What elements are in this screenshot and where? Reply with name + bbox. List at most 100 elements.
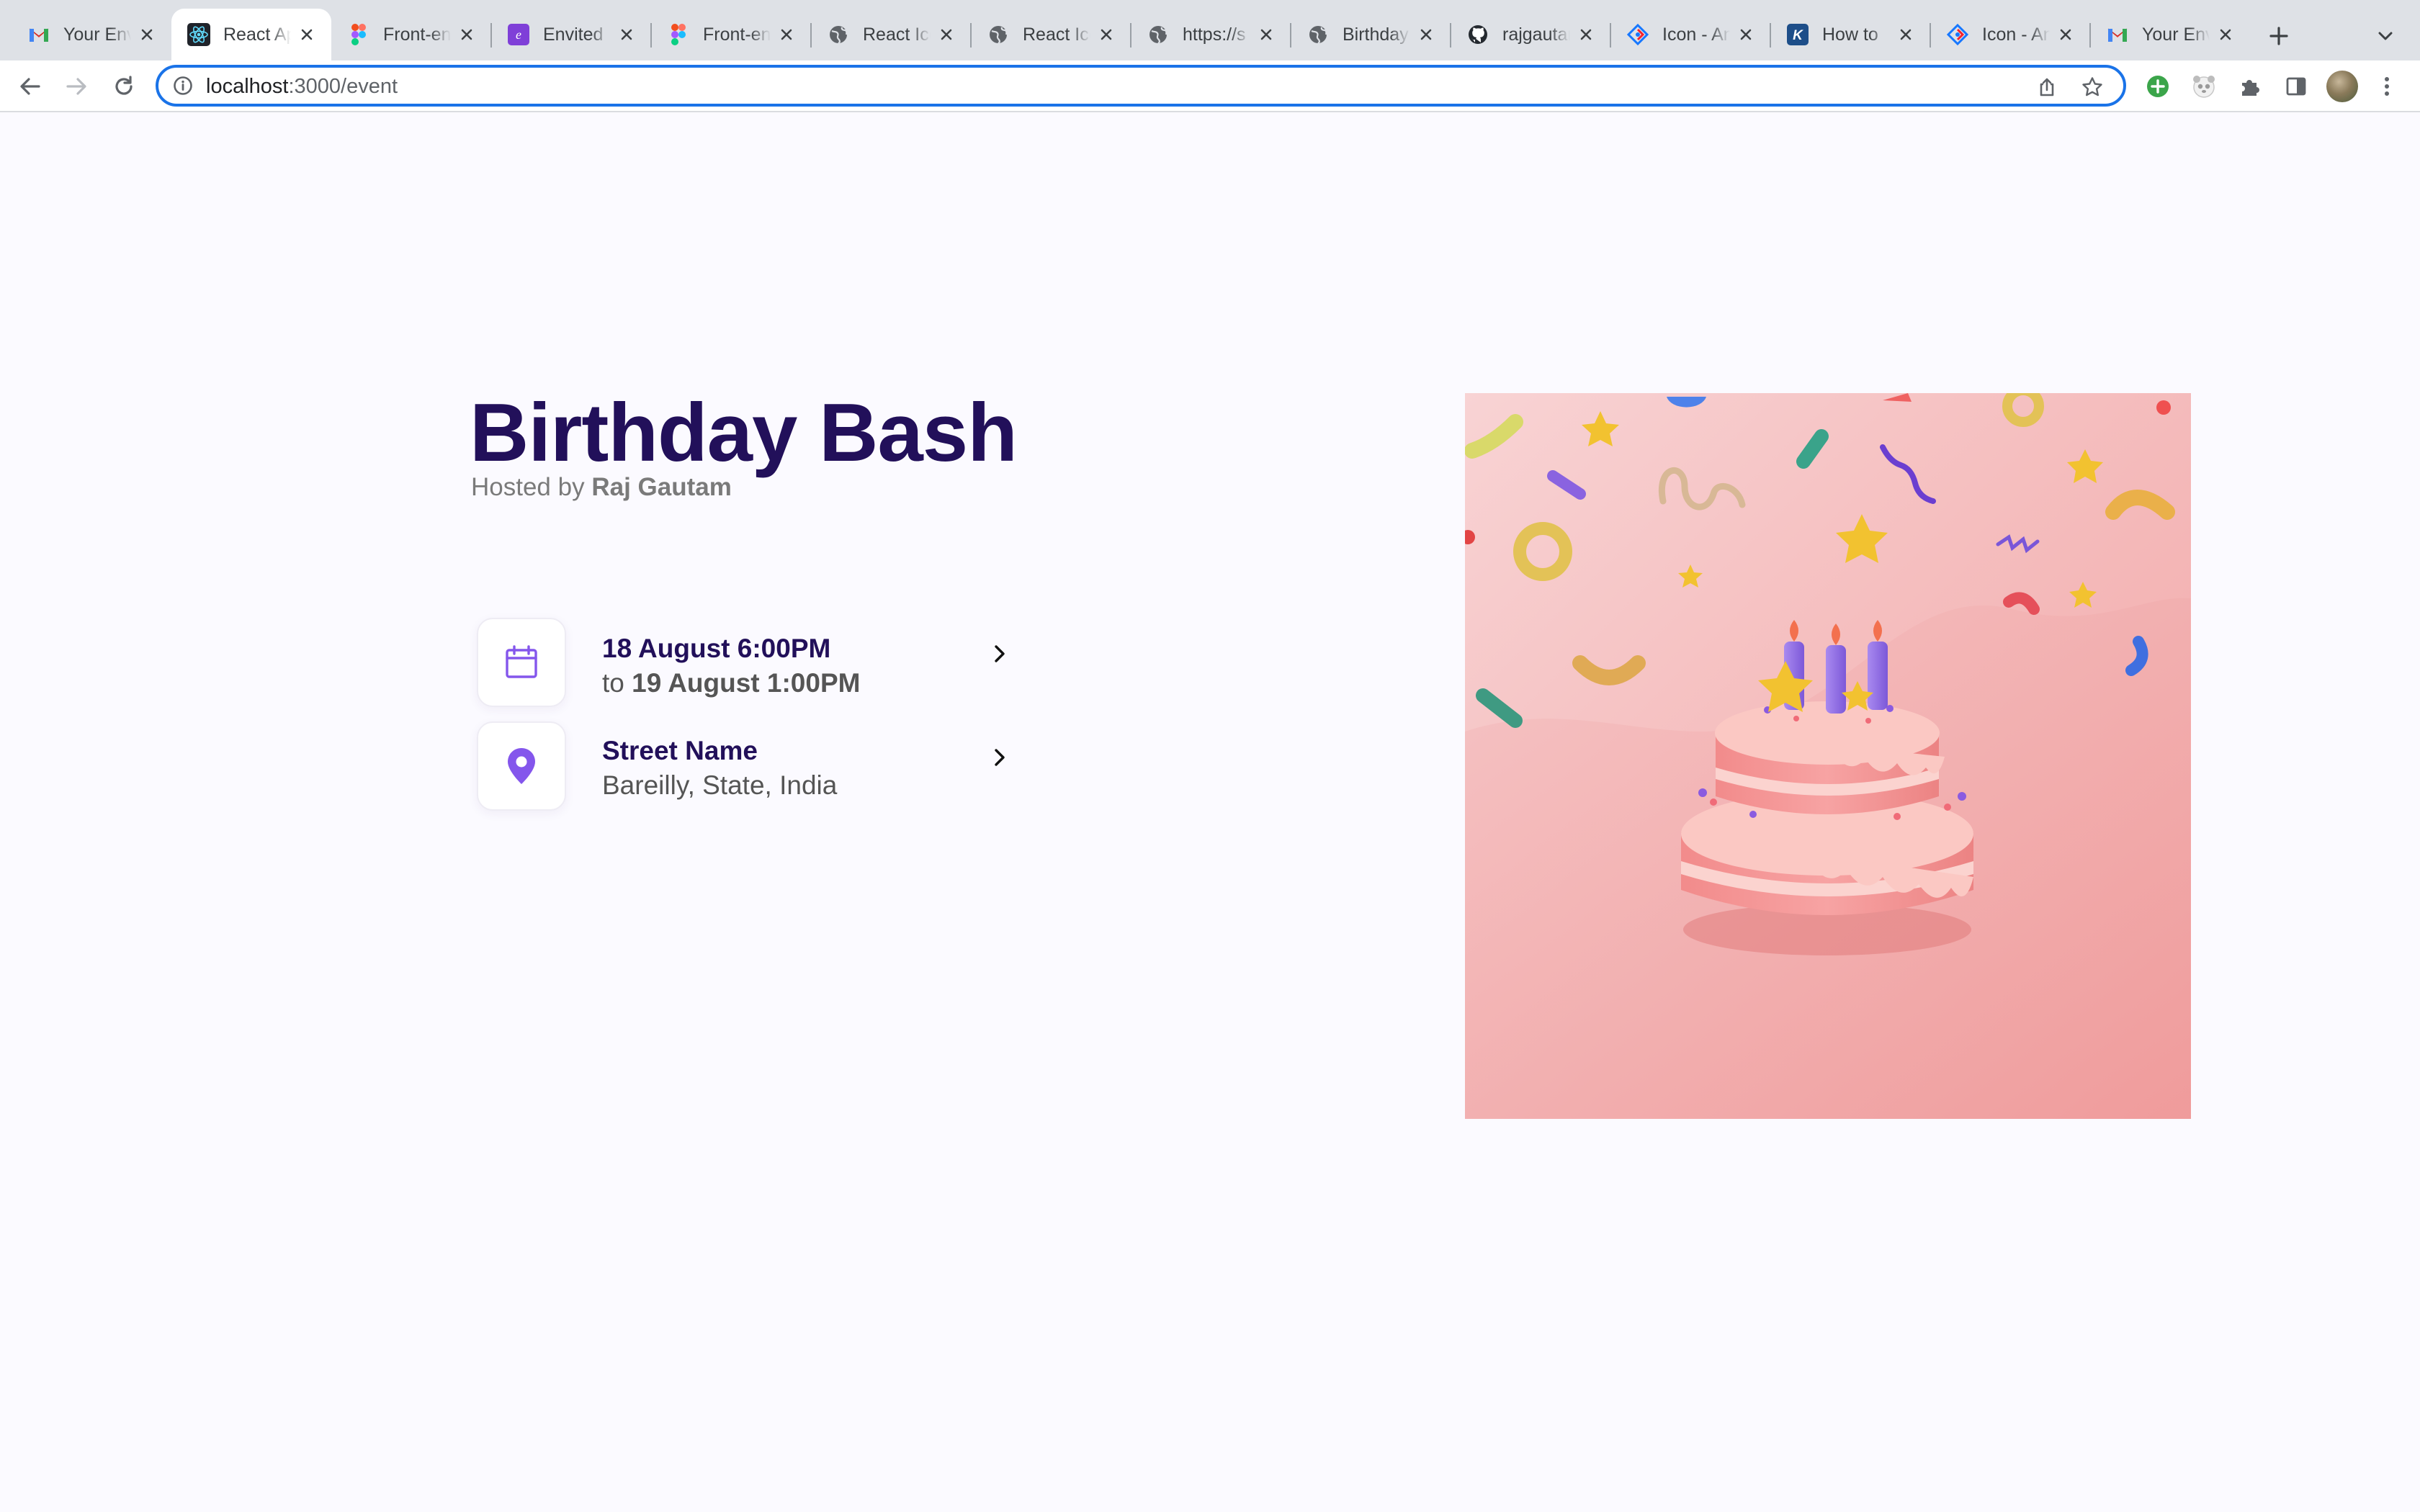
close-icon[interactable] — [935, 23, 958, 46]
tab-separator — [970, 23, 972, 48]
map-pin-icon — [508, 748, 535, 784]
tab-separator — [1130, 23, 1131, 48]
date-chevron[interactable] — [985, 639, 1014, 668]
tab-search-button[interactable] — [2370, 20, 2401, 52]
event-date-row[interactable]: 18 August 6:00PM to 19 August 1:00PM — [472, 618, 1005, 711]
tab-separator — [810, 23, 812, 48]
react-icon — [187, 23, 210, 46]
browser-tab[interactable]: https://s — [1131, 9, 1291, 60]
bookmark-button[interactable] — [2078, 73, 2107, 102]
close-icon[interactable] — [1894, 23, 1917, 46]
side-panel-icon — [2286, 77, 2306, 96]
close-icon[interactable] — [1095, 23, 1118, 46]
browser-tab[interactable]: Your Envited Tasks — [12, 9, 171, 60]
chevron-right-icon — [995, 645, 1005, 662]
browser-tab[interactable]: Front-end Task — [331, 9, 491, 60]
browser-tab[interactable]: React Icons — [811, 9, 971, 60]
profile-avatar[interactable] — [2326, 71, 2358, 102]
browser-tab[interactable]: React Icons — [971, 9, 1131, 60]
tab-separator — [490, 23, 492, 48]
event-end: to 19 August 1:00PM — [602, 668, 860, 698]
forward-button[interactable] — [60, 71, 92, 102]
globe-icon — [1147, 23, 1170, 46]
birthday-cake-image — [1465, 393, 2191, 1119]
location-chevron[interactable] — [985, 743, 1014, 772]
reload-button[interactable] — [108, 71, 140, 102]
browser-tab[interactable]: Icon - Ant Design — [1610, 9, 1770, 60]
close-icon[interactable] — [1574, 23, 1597, 46]
close-icon[interactable] — [1415, 23, 1438, 46]
event-end-value: 19 August 1:00PM — [632, 668, 861, 698]
ant-design-icon — [1626, 23, 1649, 46]
event-location-row[interactable]: Street Name Bareilly, State, India — [472, 721, 1005, 815]
extension-button-panda[interactable] — [2188, 71, 2220, 102]
tab-title: How to — [1822, 24, 1878, 45]
close-icon[interactable] — [1255, 23, 1278, 46]
event-title: Birthday Bash — [470, 387, 1018, 479]
browser-tab[interactable]: e Envited — [491, 9, 651, 60]
tab-separator — [1770, 23, 1771, 48]
chevron-right-icon — [995, 749, 1005, 766]
browser-tab[interactable]: Your Envited — [2090, 9, 2250, 60]
tab-title: Front-end Task — [703, 24, 771, 45]
add-circle-icon — [2147, 76, 2169, 97]
close-icon[interactable] — [295, 23, 318, 46]
browser-tab[interactable]: Birthday — [1291, 9, 1451, 60]
browser-tab[interactable]: rajgautam — [1451, 9, 1610, 60]
new-tab-button[interactable] — [2262, 19, 2296, 53]
more-vertical-icon — [2385, 77, 2389, 96]
info-icon[interactable] — [173, 76, 193, 96]
share-button[interactable] — [2033, 73, 2061, 102]
tab-separator — [1450, 23, 1451, 48]
arrow-left-icon — [20, 78, 40, 95]
browser-tab[interactable]: Icon - Ant Design — [1930, 9, 2090, 60]
tab-title: React Icons — [1023, 24, 1090, 45]
tab-separator — [1610, 23, 1611, 48]
ant-design-icon — [1946, 23, 1969, 46]
github-icon — [1466, 23, 1489, 46]
address-bar[interactable]: localhost:3000/event — [156, 65, 2126, 107]
close-icon[interactable] — [2214, 23, 2237, 46]
close-icon[interactable] — [2054, 23, 2077, 46]
envited-icon: e — [507, 23, 530, 46]
svg-text:K: K — [1793, 28, 1803, 43]
calendar-icon — [506, 645, 537, 678]
globe-icon — [1307, 23, 1330, 46]
back-button[interactable] — [14, 71, 46, 102]
tab-title: https://s — [1183, 24, 1246, 45]
close-icon[interactable] — [455, 23, 478, 46]
url-host: localhost — [206, 75, 289, 98]
close-icon[interactable] — [615, 23, 638, 46]
tab-title: Icon - Ant Design — [1662, 24, 1730, 45]
close-icon[interactable] — [1734, 23, 1757, 46]
k-icon: K — [1786, 23, 1809, 46]
share-icon — [2040, 78, 2054, 96]
browser-tab[interactable]: K How to — [1770, 9, 1930, 60]
close-icon[interactable] — [775, 23, 798, 46]
panda-icon — [2193, 76, 2215, 98]
tab-separator — [1290, 23, 1291, 48]
gmail-icon — [27, 23, 50, 46]
browser-tab[interactable]: React App — [171, 9, 331, 60]
star-outline-icon — [2082, 77, 2102, 96]
tab-title: Envited — [543, 24, 604, 45]
browser-tab[interactable]: Front-end Task — [651, 9, 811, 60]
close-icon[interactable] — [135, 23, 158, 46]
cake-illustration — [1465, 393, 2191, 1119]
plus-icon — [2269, 27, 2288, 45]
gmail-icon — [2106, 23, 2129, 46]
event-start: 18 August 6:00PM — [602, 634, 831, 663]
arrow-right-icon — [66, 78, 86, 95]
tab-title: Your Envited Tasks — [63, 24, 131, 45]
tab-separator — [650, 23, 652, 48]
side-panel-button[interactable] — [2280, 71, 2312, 102]
browser-menu-button[interactable] — [2371, 71, 2403, 102]
location-street: Street Name — [602, 736, 758, 765]
extensions-button[interactable] — [2234, 71, 2266, 102]
tab-title: Icon - Ant Design — [1982, 24, 2050, 45]
extension-button-green[interactable] — [2142, 71, 2174, 102]
chevron-down-icon — [2378, 32, 2393, 40]
url-path: :3000/event — [288, 75, 398, 98]
browser-toolbar: localhost:3000/event — [0, 60, 2420, 112]
puzzle-icon — [2242, 80, 2259, 96]
